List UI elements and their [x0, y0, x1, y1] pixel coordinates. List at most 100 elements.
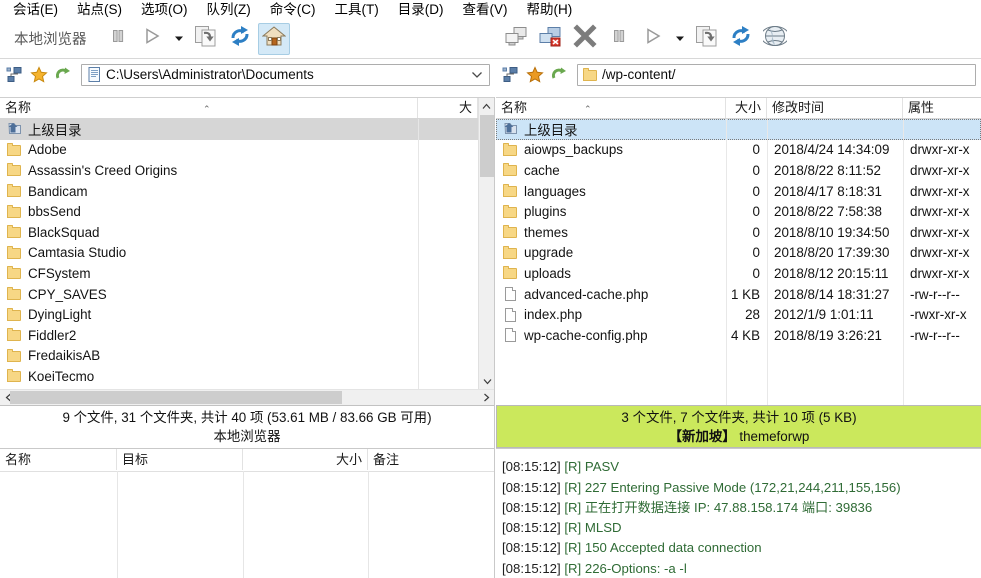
table-row[interactable]: plugins 0 2018/8/22 7:58:38 drwxr-xr-x [496, 201, 981, 222]
menu-item-session[interactable]: 会话(E) [4, 0, 68, 19]
list-item[interactable]: KoeiTecmo [0, 366, 494, 387]
bookmark-star-icon-remote[interactable] [524, 64, 546, 86]
menu-item-tools[interactable]: 工具(T) [326, 0, 389, 19]
pause-button-remote[interactable] [603, 23, 635, 55]
pause-button[interactable] [102, 23, 134, 55]
document-icon [86, 67, 102, 83]
local-path-dropdown-icon[interactable] [471, 65, 483, 85]
start-dropdown-button[interactable] [170, 23, 188, 55]
local-hscroll-thumb[interactable] [10, 391, 342, 404]
scroll-up-arrow-icon[interactable] [479, 98, 494, 114]
transfer-download-button-remote[interactable] [691, 23, 723, 55]
table-cell-size: 4 KB [726, 328, 767, 343]
log-timestamp: [08:15:12] [502, 520, 561, 535]
log-message: 150 Accepted data connection [585, 540, 762, 555]
log-line: [08:15:12] [R] 227 Entering Passive Mode… [502, 478, 981, 498]
refresh-button-remote[interactable] [725, 23, 757, 55]
menu-item-options[interactable]: 选项(O) [132, 0, 198, 19]
remote-col-size[interactable]: 大小 [726, 98, 767, 118]
log-direction: [R] [564, 540, 581, 555]
queue-divider-2 [243, 471, 244, 578]
menu-item-help[interactable]: 帮助(H) [518, 0, 583, 19]
list-item[interactable]: Fiddler2 [0, 325, 494, 346]
menu-item-directory[interactable]: 目录(D) [389, 0, 454, 19]
local-path-input[interactable]: C:\Users\Administrator\Documents [81, 64, 490, 86]
list-item[interactable]: FredaikisAB [0, 346, 494, 367]
list-item[interactable]: CPY_SAVES [0, 284, 494, 305]
menu-item-view[interactable]: 查看(V) [454, 0, 518, 19]
menu-item-command[interactable]: 命令(C) [261, 0, 326, 19]
table-row[interactable]: aiowps_backups 0 2018/4/24 14:34:09 drwx… [496, 140, 981, 161]
site-manager-icon[interactable] [4, 64, 26, 86]
remote-path-input[interactable]: /wp-content/ [577, 64, 976, 86]
table-row[interactable]: upgrade 0 2018/8/20 17:39:30 drwxr-xr-x [496, 243, 981, 264]
message-log-panel[interactable]: [08:15:12] [R] PASV [08:15:12] [R] 227 E… [496, 448, 981, 578]
table-cell-size: 0 [726, 245, 767, 260]
list-item-label: 上级目录 [524, 119, 578, 139]
site-manager-icon-remote[interactable] [500, 64, 522, 86]
connect-button[interactable] [501, 23, 533, 55]
menu-item-queue[interactable]: 队列(Z) [198, 0, 261, 19]
list-item[interactable]: Bandicam [0, 181, 494, 202]
queue-col-note[interactable]: 备注 [368, 449, 494, 470]
bookmark-star-icon[interactable] [28, 64, 50, 86]
list-item[interactable]: 上级目录 [496, 119, 981, 140]
table-row[interactable]: cache 0 2018/8/22 8:11:52 drwxr-xr-x [496, 160, 981, 181]
log-direction: [R] [564, 459, 581, 474]
local-vertical-scrollbar[interactable] [478, 98, 494, 389]
scroll-right-arrow-icon[interactable] [478, 390, 494, 405]
refresh-arrow-icon[interactable] [52, 64, 74, 86]
transfer-download-icon [193, 24, 219, 53]
scroll-down-arrow-icon[interactable] [479, 373, 494, 389]
file-icon [502, 328, 519, 342]
remote-file-list[interactable]: 上级目录 aiowps_backups 0 2018/4/24 14:34:09… [496, 119, 981, 346]
remote-col-attr[interactable]: 属性 [903, 98, 981, 118]
start-button[interactable] [136, 23, 168, 55]
menu-item-site[interactable]: 站点(S) [68, 0, 132, 19]
start-button-remote[interactable] [637, 23, 669, 55]
disconnect-button[interactable] [535, 23, 567, 55]
table-cell-size: 0 [726, 266, 767, 281]
local-horizontal-scrollbar[interactable] [0, 389, 494, 405]
cancel-button[interactable] [569, 23, 601, 55]
table-row[interactable]: uploads 0 2018/8/12 20:15:11 drwxr-xr-x [496, 263, 981, 284]
queue-divider-3 [368, 471, 369, 578]
local-file-pane[interactable]: 名称 ⌃ 大 上级目录 [0, 97, 494, 405]
transfer-download-button[interactable] [190, 23, 222, 55]
local-scroll-thumb[interactable] [480, 115, 494, 177]
local-col-name[interactable]: 名称 ⌃ [0, 98, 418, 118]
transfer-queue-panel[interactable]: 名称 目标 大小 备注 [0, 448, 494, 578]
list-item[interactable]: BlackSquad [0, 222, 494, 243]
refresh-arrow-icon-remote[interactable] [548, 64, 570, 86]
browser-button[interactable] [759, 23, 791, 55]
remote-status-sitename: themeforwp [736, 429, 810, 444]
list-item[interactable]: bbsSend [0, 201, 494, 222]
home-button[interactable] [258, 23, 290, 55]
table-row[interactable]: wp-cache-config.php 4 KB 2018/8/19 3:26:… [496, 325, 981, 346]
start-dropdown-button-remote[interactable] [671, 23, 689, 55]
remote-col-name[interactable]: 名称 ⌃ [496, 98, 726, 118]
table-row[interactable]: themes 0 2018/8/10 19:34:50 drwxr-xr-x [496, 222, 981, 243]
list-item[interactable]: CFSystem [0, 263, 494, 284]
transfer-download-icon [694, 24, 720, 53]
list-item-label: Adobe [28, 142, 67, 157]
list-item[interactable]: Assassin's Creed Origins [0, 160, 494, 181]
table-row[interactable]: advanced-cache.php 1 KB 2018/8/14 18:31:… [496, 284, 981, 305]
play-icon [141, 26, 163, 51]
table-cell-name: upgrade [524, 245, 573, 260]
queue-col-target[interactable]: 目标 [117, 449, 243, 470]
local-file-list[interactable]: 上级目录 Adobe Assassin's Creed Origins Band [0, 119, 494, 389]
refresh-button[interactable] [224, 23, 256, 55]
queue-col-size[interactable]: 大小 [243, 449, 368, 470]
queue-col-name[interactable]: 名称 [0, 449, 117, 470]
list-item[interactable]: DyingLight [0, 304, 494, 325]
list-item[interactable]: Adobe [0, 140, 494, 161]
table-row[interactable]: languages 0 2018/4/17 8:18:31 drwxr-xr-x [496, 181, 981, 202]
local-col-size[interactable]: 大 [418, 98, 478, 118]
remote-file-pane[interactable]: 名称 ⌃ 大小 修改时间 属性 [496, 97, 981, 405]
list-item[interactable]: Camtasia Studio [0, 243, 494, 264]
list-item[interactable]: 上级目录 [0, 119, 478, 140]
remote-divider-1 [726, 119, 727, 405]
table-row[interactable]: index.php 28 2012/1/9 1:01:11 -rwxr-xr-x [496, 304, 981, 325]
remote-col-date[interactable]: 修改时间 [767, 98, 903, 118]
